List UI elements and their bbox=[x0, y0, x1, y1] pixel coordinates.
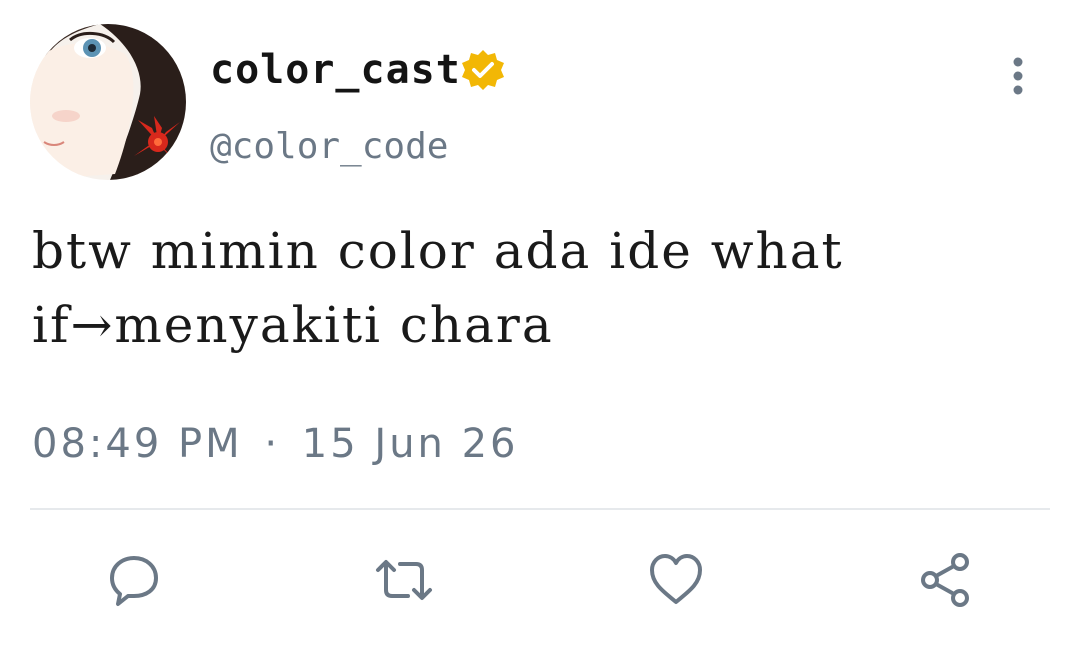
tweet-text-line: btw mimin color ada ide what bbox=[32, 222, 844, 280]
more-options-button[interactable] bbox=[998, 52, 1038, 102]
retweet-button[interactable] bbox=[372, 548, 436, 612]
more-vertical-icon bbox=[1013, 57, 1023, 95]
retweet-icon bbox=[376, 560, 432, 600]
tweet-date: 15 Jun 26 bbox=[301, 421, 519, 467]
reply-icon bbox=[110, 556, 158, 606]
username-handle[interactable]: @color_code bbox=[210, 122, 448, 172]
tweet-time: 08:49 PM bbox=[32, 421, 243, 467]
tweet-text-line: if→menyakiti chara bbox=[32, 296, 554, 354]
meta-separator: · bbox=[264, 421, 281, 467]
display-name[interactable]: color_cast bbox=[210, 44, 461, 96]
tweet-timestamp[interactable]: 08:49 PM · 15 Jun 26 bbox=[32, 416, 519, 472]
reply-button[interactable] bbox=[102, 548, 166, 612]
avatar[interactable] bbox=[30, 24, 186, 180]
tweet-text: btw mimin color ada ide what if→menyakit… bbox=[32, 214, 1032, 362]
share-button[interactable] bbox=[914, 548, 978, 612]
like-button[interactable] bbox=[644, 548, 708, 612]
verified-badge-icon bbox=[460, 48, 506, 94]
heart-icon bbox=[650, 554, 702, 604]
share-icon bbox=[921, 553, 969, 607]
divider bbox=[30, 508, 1050, 510]
